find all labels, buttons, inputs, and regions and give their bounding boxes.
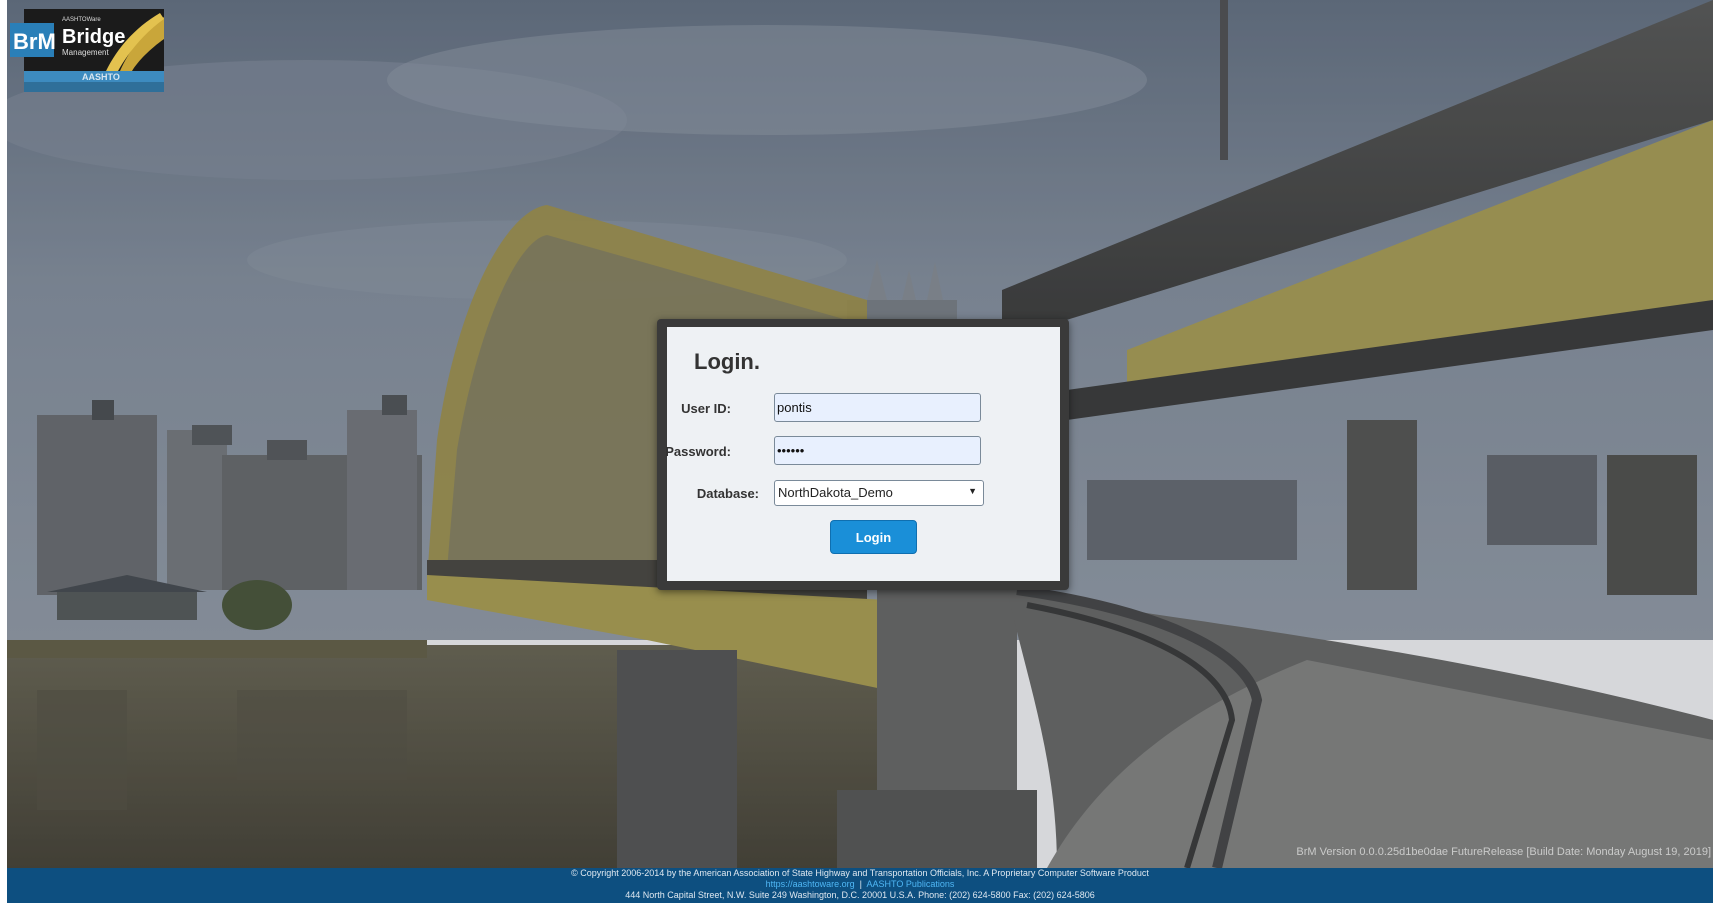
chevron-down-icon: ▼ <box>968 486 977 496</box>
aashto-publications-link[interactable]: AASHTO Publications <box>867 879 955 889</box>
aashtoware-link[interactable]: https://aashtoware.org <box>766 879 855 889</box>
user-id-label: User ID: <box>681 401 731 416</box>
user-id-input[interactable] <box>774 393 981 422</box>
database-select[interactable]: NorthDakota_Demo ▼ <box>774 480 984 506</box>
footer-links: https://aashtoware.org | AASHTO Publicat… <box>7 879 1713 890</box>
login-page: BrM AASHTOWare Bridge Management AASHTO … <box>0 0 1713 903</box>
database-selected-value: NorthDakota_Demo <box>778 485 893 500</box>
password-label: Password: <box>665 444 731 459</box>
login-button[interactable]: Login <box>830 520 917 554</box>
login-dialog: Login. User ID: Password: Database: Nort… <box>657 319 1069 590</box>
brm-logo: BrM AASHTOWare Bridge Management AASHTO <box>10 9 164 92</box>
login-title: Login. <box>694 349 760 374</box>
logo-org: AASHTO <box>82 72 120 82</box>
login-card: Login. User ID: Password: Database: Nort… <box>665 327 1060 581</box>
logo-title: Bridge <box>62 26 125 48</box>
footer-copyright: © Copyright 2006-2014 by the American As… <box>571 868 1149 878</box>
database-label: Database: <box>696 486 759 501</box>
password-input[interactable] <box>774 436 981 465</box>
logo-badge: BrM <box>13 29 56 54</box>
logo-small-text: AASHTOWare <box>62 17 101 23</box>
footer: © Copyright 2006-2014 by the American As… <box>7 868 1713 903</box>
version-text: BrM Version 0.0.0.25d1be0dae FutureRelea… <box>1296 846 1711 858</box>
footer-address: 444 North Capital Street, N.W. Suite 249… <box>625 890 1095 900</box>
logo-subtitle: Management <box>62 48 109 57</box>
footer-separator: | <box>859 879 863 889</box>
